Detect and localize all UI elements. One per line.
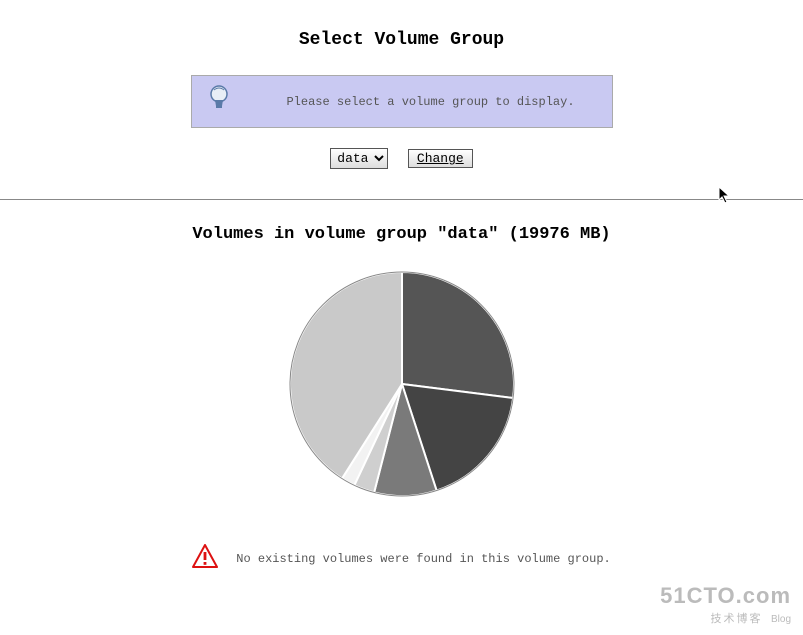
pie-slice [402, 272, 514, 398]
warning-icon [192, 544, 218, 573]
watermark-line2: 技术博客 [711, 613, 763, 625]
change-button[interactable]: Change [408, 149, 473, 168]
info-message: Please select a volume group to display. [260, 95, 602, 109]
cursor-icon [718, 186, 732, 209]
pie-chart [287, 269, 517, 504]
watermark: 51CTO.com 技术博客 Blog [660, 583, 791, 627]
info-bar: Please select a volume group to display. [191, 75, 613, 128]
status-message: No existing volumes were found in this v… [236, 552, 610, 566]
volumes-title: Volumes in volume group "data" (19976 MB… [0, 225, 803, 244]
watermark-line3: Blog [771, 614, 791, 625]
lightbulb-icon [208, 84, 230, 119]
volume-group-select[interactable]: data [330, 148, 388, 169]
controls-row: data Change [0, 148, 803, 169]
watermark-line1: 51CTO.com [660, 583, 791, 609]
status-row: No existing volumes were found in this v… [0, 544, 803, 573]
page-title: Select Volume Group [0, 30, 803, 50]
select-vg-section: Select Volume Group Please select a volu… [0, 0, 803, 169]
volumes-section: Volumes in volume group "data" (19976 MB… [0, 200, 803, 573]
